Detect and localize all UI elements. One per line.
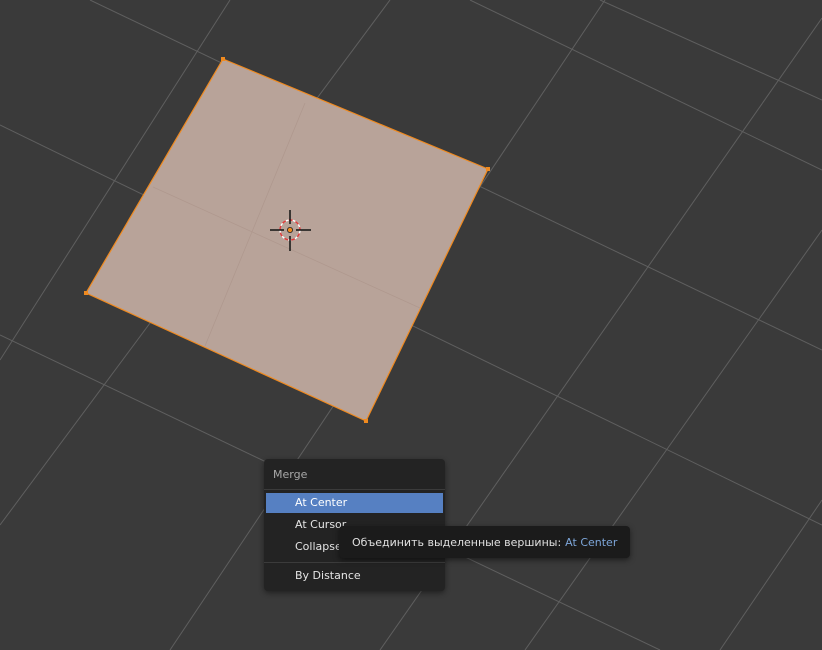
vertex <box>364 419 368 423</box>
menu-item-at-center[interactable]: At Center <box>266 493 443 513</box>
menu-divider <box>264 489 445 490</box>
tooltip: Объединить выделенные вершины: At Center <box>339 526 631 558</box>
vertex <box>486 167 490 171</box>
tooltip-description: Объединить выделенные вершины: <box>352 536 562 549</box>
vertex <box>221 57 225 61</box>
menu-divider <box>264 562 445 563</box>
menu-item-by-distance[interactable]: By Distance <box>266 566 443 586</box>
menu-title: Merge <box>273 468 308 481</box>
merge-menu: Merge At Center At Cursor Collapse By Di… <box>264 459 445 591</box>
vertex <box>84 291 88 295</box>
object-origin-icon <box>286 226 293 233</box>
tooltip-value: At Center <box>565 536 618 549</box>
